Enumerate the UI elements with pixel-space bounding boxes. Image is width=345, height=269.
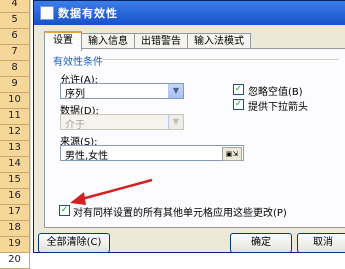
tab-settings[interactable]: 设置 <box>44 31 82 51</box>
row-header[interactable]: 20 <box>0 252 30 269</box>
arrowhead-icon <box>70 192 86 205</box>
annotation-arrow-line <box>77 178 153 202</box>
